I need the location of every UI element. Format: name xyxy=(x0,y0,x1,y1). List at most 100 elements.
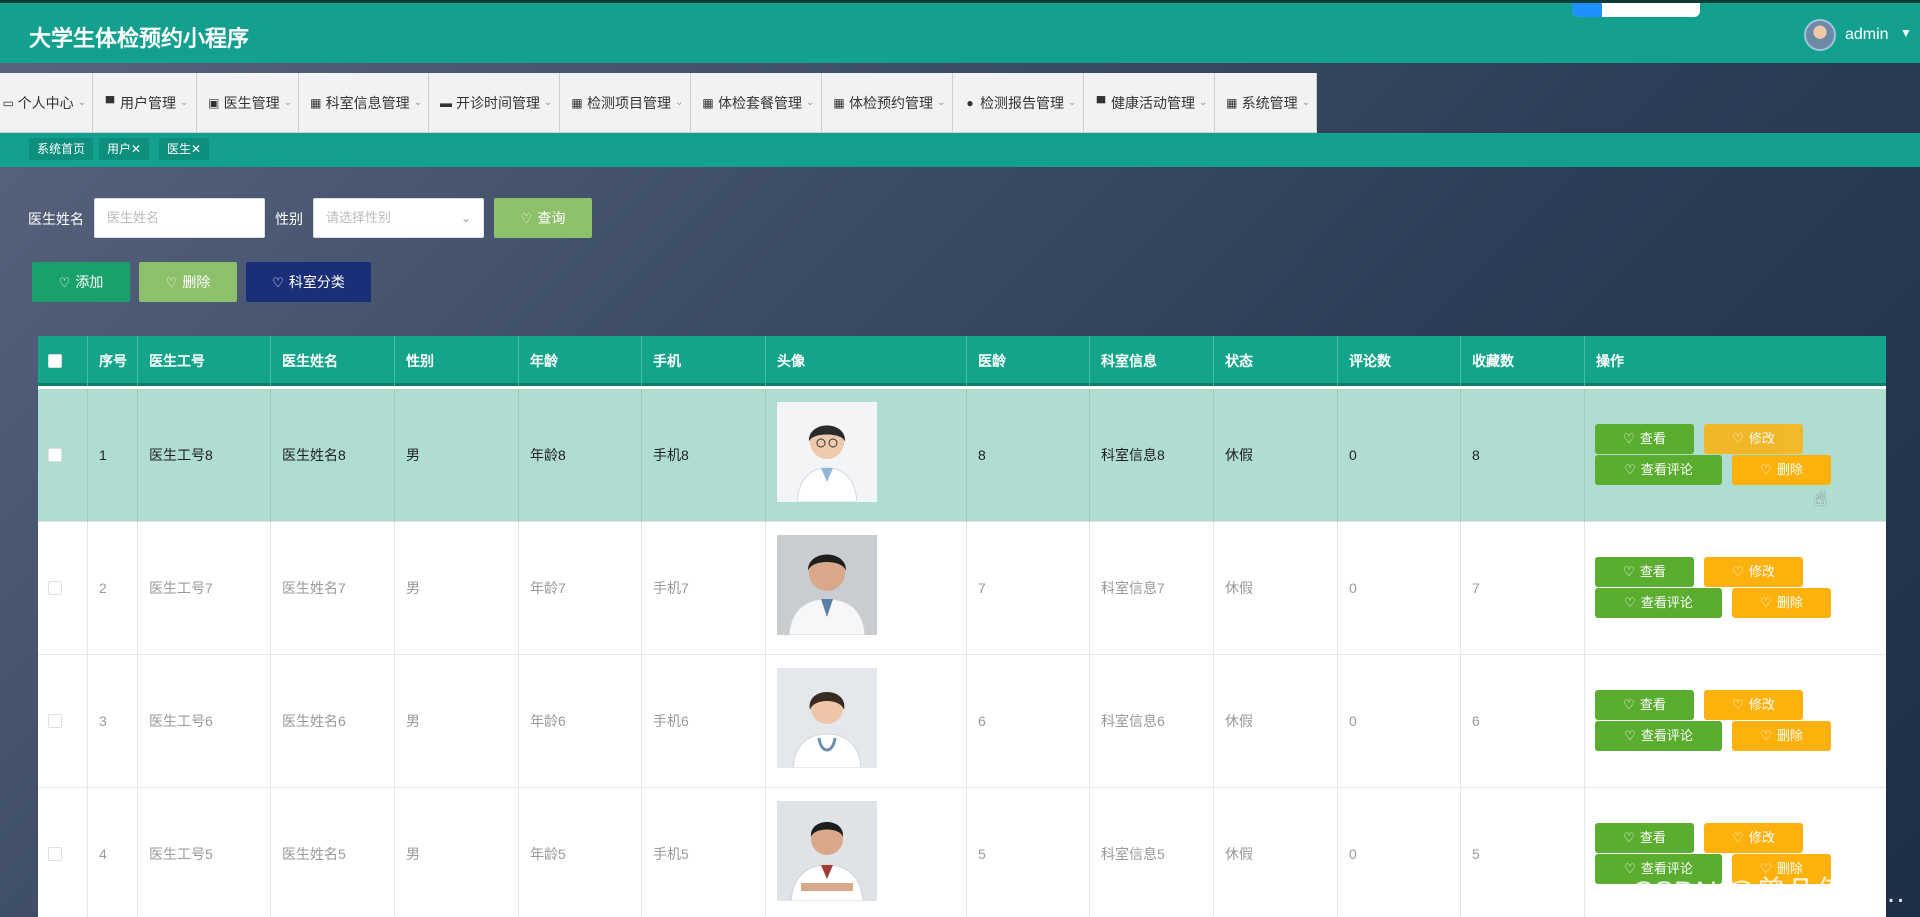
grid-icon: ▦ xyxy=(702,95,714,110)
doctor-name-label: 医生姓名 xyxy=(28,211,84,227)
cell-phone: 手机8 xyxy=(642,389,766,522)
grid-icon: ▦ xyxy=(833,95,845,110)
cell-favorites: 8 xyxy=(1461,389,1585,522)
department-category-label: 科室分类 xyxy=(288,274,345,290)
view-comments-button[interactable]: ♡ 查看评论 xyxy=(1595,455,1722,485)
batch-delete-button[interactable]: ♡ 删除 xyxy=(139,262,237,302)
nav-label: 体检预约管理 xyxy=(849,94,933,111)
nav-item-schedule[interactable]: ▬ 开诊时间管理 ⌄ xyxy=(429,73,560,133)
cell-photo xyxy=(766,655,967,788)
select-all-checkbox[interactable] xyxy=(48,354,62,368)
row-checkbox[interactable] xyxy=(48,847,62,861)
cell-comments: 0 xyxy=(1338,788,1461,917)
cell-name: 医生姓名8 xyxy=(271,389,395,522)
nav-item-users[interactable]: ▀ 用户管理 ⌄ xyxy=(93,73,197,133)
cell-dept: 科室信息5 xyxy=(1090,788,1214,917)
nav-item-departments[interactable]: ▦ 科室信息管理 ⌄ xyxy=(299,73,429,133)
nav-item-packages[interactable]: ▦ 体检套餐管理 ⌄ xyxy=(691,73,822,133)
row-checkbox[interactable] xyxy=(48,448,62,462)
view-comments-button[interactable]: ♡ 查看评论 xyxy=(1595,588,1722,618)
edit-button[interactable]: ♡ 修改 xyxy=(1704,424,1803,454)
add-button[interactable]: ♡ 添加 xyxy=(32,262,130,302)
nav-item-reports[interactable]: ● 检测报告管理 ⌄ xyxy=(953,73,1084,133)
row-checkbox[interactable] xyxy=(48,581,62,595)
chevron-down-icon: ⌄ xyxy=(1199,97,1208,108)
caret-down-icon: ▼ xyxy=(1900,26,1912,40)
nav-label: 检测报告管理 xyxy=(980,94,1064,111)
edit-button[interactable]: ♡ 修改 xyxy=(1704,557,1803,587)
view-button[interactable]: ♡ 查看 xyxy=(1595,424,1694,454)
cell-favorites: 6 xyxy=(1461,655,1585,788)
view-button[interactable]: ♡ 查看 xyxy=(1595,557,1694,587)
cell-photo xyxy=(766,522,967,655)
view-label: 查看 xyxy=(1639,697,1666,712)
cell-code: 医生工号7 xyxy=(138,522,271,655)
edit-button[interactable]: ♡ 修改 xyxy=(1704,823,1803,853)
view-button[interactable]: ♡ 查看 xyxy=(1595,690,1694,720)
row-checkbox[interactable] xyxy=(48,714,62,728)
table-row: 2 医生工号7 医生姓名7 男 年龄7 手机7 7 科室信息7 休假 0 7 ♡… xyxy=(38,522,1886,655)
nav-item-personal[interactable]: ▭ 个人中心 ⌄ xyxy=(0,73,93,133)
nav-label: 医生管理 xyxy=(223,94,280,111)
cell-status: 休假 xyxy=(1214,389,1338,522)
main-nav: ▭ 个人中心 ⌄ ▀ 用户管理 ⌄ ▣ 医生管理 ⌄ ▦ 科室信息管理 ⌄ ▬ 开诊时间管理 ⌄ ▦… xyxy=(0,73,1317,133)
nav-item-activities[interactable]: ▀ 健康活动管理 ⌄ xyxy=(1084,73,1215,133)
batch-delete-label: 删除 xyxy=(182,274,211,290)
table-row: 3 医生工号6 医生姓名6 男 年龄6 手机6 6 科室信息6 休假 0 6 ♡… xyxy=(38,655,1886,788)
edit-button[interactable]: ♡ 修改 xyxy=(1704,690,1803,720)
view-button[interactable]: ♡ 查看 xyxy=(1595,823,1694,853)
grid-icon: ▦ xyxy=(310,95,322,110)
cell-age: 年龄8 xyxy=(519,389,642,522)
cell-code: 医生工号5 xyxy=(138,788,271,917)
tab-doctors[interactable]: 医生✕ xyxy=(159,138,210,160)
select-cell xyxy=(38,389,88,522)
cell-status: 休假 xyxy=(1214,522,1338,655)
nav-label: 科室信息管理 xyxy=(325,94,410,111)
nav-item-appointments[interactable]: ▦ 体检预约管理 ⌄ xyxy=(822,73,953,133)
select-cell xyxy=(38,522,88,655)
chevron-down-icon: ⌄ xyxy=(937,97,946,108)
view-label: 查看 xyxy=(1639,830,1666,845)
nav-item-system[interactable]: ▦ 系统管理 ⌄ xyxy=(1215,73,1317,133)
cell-name: 医生姓名7 xyxy=(271,522,395,655)
delete-button[interactable]: ♡ 删除 xyxy=(1732,721,1831,751)
gender-label: 性别 xyxy=(275,211,303,227)
nav-label: 健康活动管理 xyxy=(1111,94,1195,111)
query-button-label: 查询 xyxy=(537,210,566,226)
view-comments-button[interactable]: ♡ 查看评论 xyxy=(1595,721,1722,751)
heart-icon: ♡ xyxy=(1623,431,1635,446)
heart-icon: ♡ xyxy=(165,275,178,290)
user-menu[interactable]: admin ▼ xyxy=(1804,19,1920,51)
header-status: 状态 xyxy=(1214,336,1338,386)
tab-home[interactable]: 系统首页 xyxy=(29,138,94,160)
heart-icon: ♡ xyxy=(1623,830,1635,845)
cell-no: 2 xyxy=(88,522,138,655)
delete-button[interactable]: ♡ 删除 xyxy=(1732,588,1831,618)
heart-icon: ♡ xyxy=(1623,697,1635,712)
department-category-button[interactable]: ♡ 科室分类 xyxy=(246,262,371,302)
heart-icon: ♡ xyxy=(1760,462,1772,477)
app-title: 大学生体检预约小程序 xyxy=(29,26,250,51)
watermark: CSDN @曾几何时… xyxy=(1632,876,1906,909)
heart-icon: ♡ xyxy=(1624,462,1636,477)
tab-users[interactable]: 用户✕ xyxy=(99,138,150,160)
cell-years: 6 xyxy=(967,655,1090,788)
header-comments: 评论数 xyxy=(1338,336,1461,386)
nav-item-tests[interactable]: ▦ 检测项目管理 ⌄ xyxy=(560,73,691,133)
chevron-down-icon: ⌄ xyxy=(806,97,815,108)
nav-label: 个人中心 xyxy=(17,94,74,111)
table-header: 序号 医生工号 医生姓名 性别 年龄 手机 头像 医龄 科室信息 状态 评论数 … xyxy=(38,336,1886,386)
table-row: 4 医生工号5 医生姓名5 男 年龄5 手机5 5 科室信息5 休假 0 5 ♡… xyxy=(38,788,1886,917)
doctor-name-input[interactable]: 医生姓名 xyxy=(94,198,265,238)
heart-icon: ♡ xyxy=(1624,728,1636,743)
cell-age: 年龄7 xyxy=(519,522,642,655)
header-dept: 科室信息 xyxy=(1090,336,1214,386)
header-gender: 性别 xyxy=(395,336,519,386)
cell-age: 年龄5 xyxy=(519,788,642,917)
gender-select-placeholder: 请选择性别 xyxy=(326,210,392,225)
top-bar: 大学生体检预约小程序 admin ▼ xyxy=(0,0,1920,63)
nav-item-doctors[interactable]: ▣ 医生管理 ⌄ xyxy=(197,73,299,133)
monitor-icon: ▀ xyxy=(105,95,115,110)
query-button[interactable]: ♡ 查询 xyxy=(494,198,592,238)
gender-select[interactable]: 请选择性别 ⌄ xyxy=(313,198,484,238)
